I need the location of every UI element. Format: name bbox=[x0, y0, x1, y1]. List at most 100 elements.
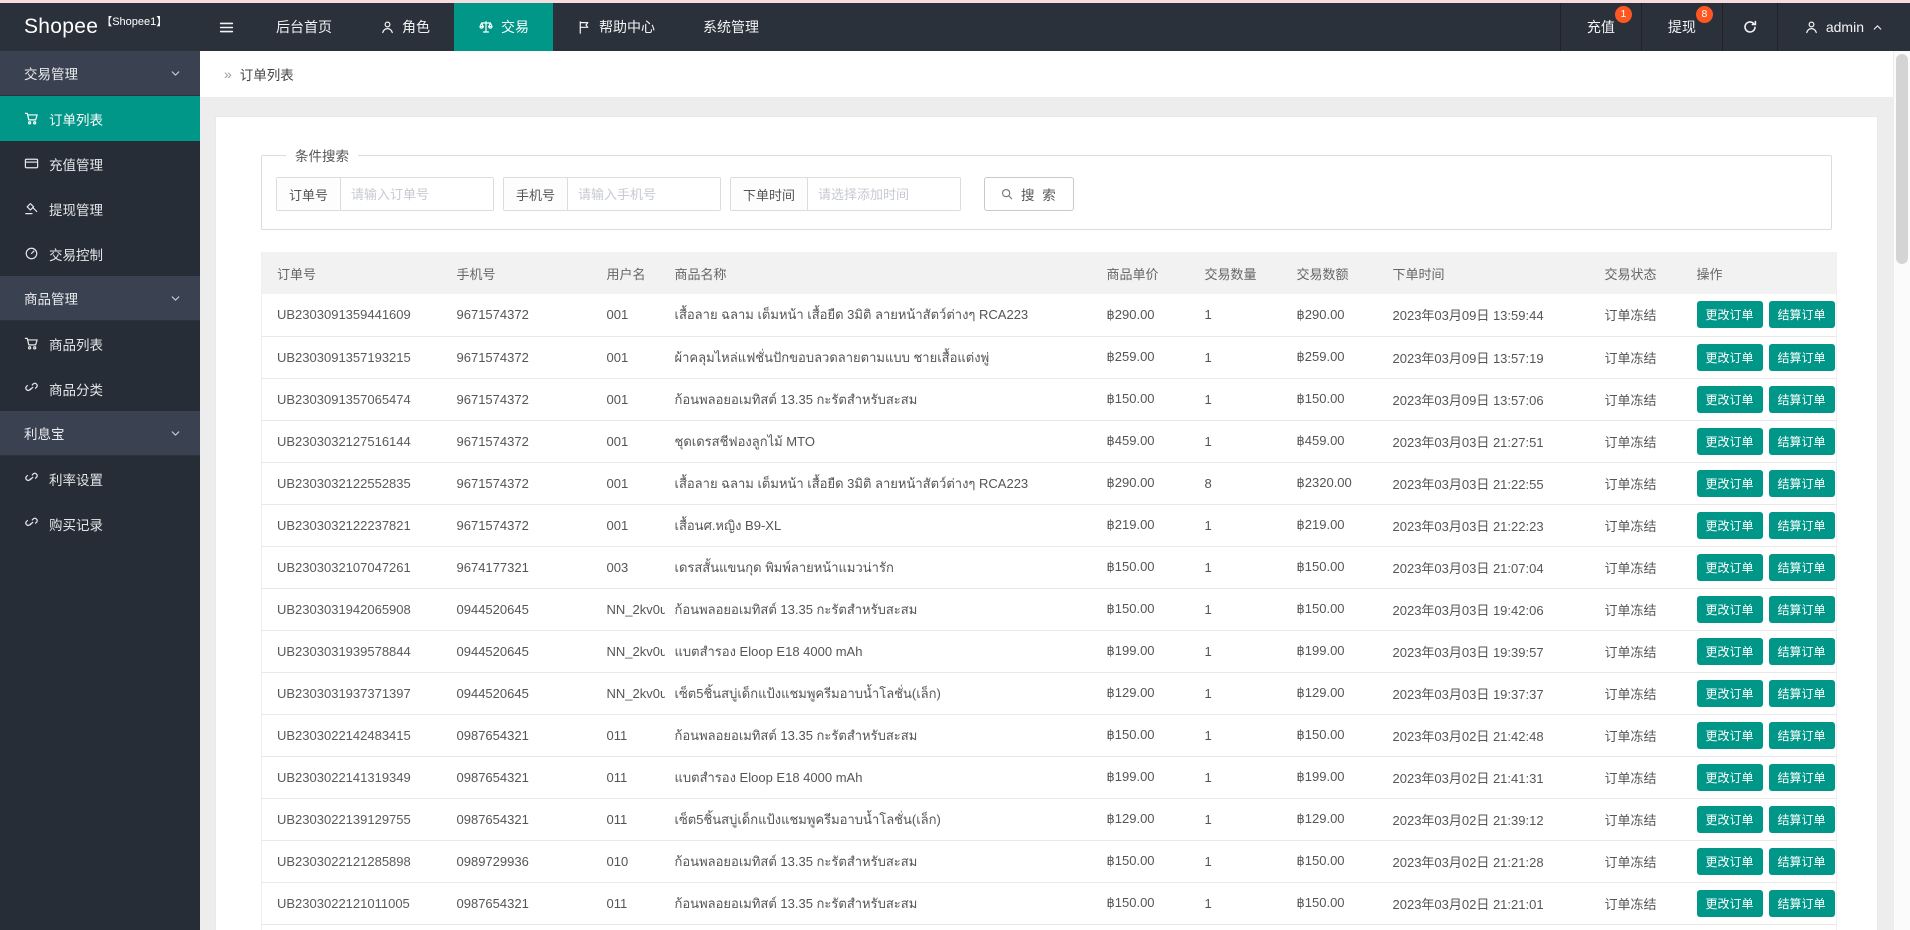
settle-order-button[interactable]: 结算订单 bbox=[1768, 889, 1835, 917]
sidebar-item-recharge-management[interactable]: 充值管理 bbox=[0, 141, 200, 186]
cell-order-no: UB2303022142483415 bbox=[261, 714, 447, 757]
refresh-button[interactable] bbox=[1721, 3, 1777, 51]
change-order-button[interactable]: 更改订单 bbox=[1696, 511, 1763, 539]
sidebar-item-label: 利率设置 bbox=[49, 472, 103, 488]
settle-order-button[interactable]: 结算订单 bbox=[1768, 511, 1835, 539]
cell-status: 订单冻结 bbox=[1594, 378, 1687, 421]
cell-unit-price: ฿199.00 bbox=[1096, 756, 1195, 799]
cell-order-no: UB2303032122237821 bbox=[261, 504, 447, 547]
cell-product-name: เดรสสั้นแขนกุด พิมพ์ลายหน้าแมวน่ารัก bbox=[664, 546, 1097, 589]
cell-order-time: 2023年03月03日 21:22:23 bbox=[1382, 504, 1595, 547]
cell-unit-price: ฿150.00 bbox=[1096, 588, 1195, 631]
column-header: 商品单价 bbox=[1096, 252, 1195, 294]
user-menu[interactable]: admin bbox=[1776, 3, 1910, 51]
settle-order-button[interactable]: 结算订单 bbox=[1768, 805, 1835, 833]
settle-order-button[interactable]: 结算订单 bbox=[1768, 721, 1835, 749]
cell-quantity: 1 bbox=[1194, 756, 1287, 799]
settle-order-button[interactable]: 结算订单 bbox=[1768, 637, 1835, 665]
cell-phone: 0987654321 bbox=[446, 882, 597, 925]
sidebar-item-label: 购买记录 bbox=[49, 517, 103, 533]
nav-item-system[interactable]: 系统管理 bbox=[679, 3, 783, 51]
cell-username: 001 bbox=[596, 462, 665, 505]
change-order-button[interactable]: 更改订单 bbox=[1696, 763, 1763, 791]
recharge-button[interactable]: 充值 1 bbox=[1559, 3, 1641, 51]
sidebar-item-order-list[interactable]: 订单列表 bbox=[0, 96, 200, 141]
withdraw-button[interactable]: 提现 8 bbox=[1640, 3, 1722, 51]
top-nav: 后台首页 角色 交易 帮助中心 系统管理 bbox=[200, 3, 783, 51]
cell-username: NN_2kv0u bbox=[596, 672, 665, 715]
table-row: UB2303031939578844 0944520645 NN_2kv0u แบตส… bbox=[261, 630, 1837, 673]
change-order-button[interactable]: 更改订单 bbox=[1696, 889, 1763, 917]
sidebar-item-trade-control[interactable]: 交易控制 bbox=[0, 231, 200, 276]
cell-status: 订单冻结 bbox=[1594, 294, 1687, 337]
cell-order-time: 2023年03月03日 19:37:37 bbox=[1382, 672, 1595, 715]
nav-item-roles[interactable]: 角色 bbox=[356, 3, 454, 51]
sidebar-item-purchase-records[interactable]: 购买记录 bbox=[0, 501, 200, 546]
link-icon bbox=[24, 381, 39, 396]
settle-order-button[interactable]: 结算订单 bbox=[1768, 343, 1835, 371]
cell-unit-price: ฿290.00 bbox=[1096, 462, 1195, 505]
cell-product-name: ก้อนพลอยอเมทิสต์ 13.35 กะรัตสำหรับสะสม bbox=[664, 882, 1097, 925]
cell-product-name: แบตสำรอง Eloop E18 4000 mAh bbox=[664, 630, 1097, 673]
change-order-button[interactable]: 更改订单 bbox=[1696, 385, 1763, 413]
change-order-button[interactable]: 更改订单 bbox=[1696, 469, 1763, 497]
change-order-button[interactable]: 更改订单 bbox=[1696, 847, 1763, 875]
cell-product-name: เซ็ต5ชิ้นสบู่เด็กแป้งแชมพูครีมอาบน้ำโลชั… bbox=[664, 798, 1097, 841]
cell-order-no: UB2303091357193215 bbox=[261, 336, 447, 379]
change-order-button[interactable]: 更改订单 bbox=[1696, 637, 1763, 665]
scrollbar[interactable] bbox=[1893, 51, 1910, 930]
order-time-input[interactable] bbox=[808, 178, 961, 210]
settle-order-button[interactable]: 结算订单 bbox=[1768, 679, 1835, 707]
sidebar-group-interest-treasure[interactable]: 利息宝 bbox=[0, 411, 200, 456]
cell-order-time: 2023年03月03日 19:42:06 bbox=[1382, 588, 1595, 631]
breadcrumb-label: 订单列表 bbox=[239, 68, 294, 83]
search-panel-title: 条件搜索 bbox=[295, 149, 349, 164]
phone-field-label: 手机号 bbox=[504, 178, 569, 210]
scrollbar-thumb[interactable] bbox=[1896, 54, 1908, 264]
settle-order-button[interactable]: 结算订单 bbox=[1768, 763, 1835, 791]
change-order-button[interactable]: 更改订单 bbox=[1696, 679, 1763, 707]
table-row: UB2303032107047261 9674177321 003 เดรสสั้นแ… bbox=[261, 546, 1837, 589]
cell-quantity: 1 bbox=[1194, 294, 1287, 337]
nav-item-help-center[interactable]: 帮助中心 bbox=[553, 3, 679, 51]
person-icon bbox=[380, 20, 395, 35]
change-order-button[interactable]: 更改订单 bbox=[1696, 721, 1763, 749]
settle-order-button[interactable]: 结算订单 bbox=[1768, 427, 1835, 455]
sidebar-item-withdraw-management[interactable]: 提现管理 bbox=[0, 186, 200, 231]
cell-order-no: UB2303032127516144 bbox=[261, 420, 447, 463]
settle-order-button[interactable]: 结算订单 bbox=[1768, 301, 1835, 329]
flag-icon bbox=[577, 20, 592, 35]
phone-input[interactable] bbox=[568, 178, 721, 210]
cell-username: 001 bbox=[596, 504, 665, 547]
settle-order-button[interactable]: 结算订单 bbox=[1768, 847, 1835, 875]
order-no-input[interactable] bbox=[341, 178, 494, 210]
nav-item-trade[interactable]: 交易 bbox=[454, 3, 553, 51]
cell-product-name: ก้อนพลอยอเมทิสต์ 13.35 กะรัตสำหรับสะสม bbox=[664, 588, 1097, 631]
username: admin bbox=[1825, 19, 1864, 35]
change-order-button[interactable]: 更改订单 bbox=[1696, 805, 1763, 833]
user-icon bbox=[1804, 20, 1819, 35]
sidebar-item-product-list[interactable]: 商品列表 bbox=[0, 321, 200, 366]
sidebar-group-product-management[interactable]: 商品管理 bbox=[0, 276, 200, 321]
sidebar-group-trade-management[interactable]: 交易管理 bbox=[0, 51, 200, 96]
cell-product-name: ชุดเดรสชีฟองลูกไม้ MTO bbox=[664, 420, 1097, 463]
sidebar-item-interest-rate-settings[interactable]: 利率设置 bbox=[0, 456, 200, 501]
table-row: UB2303032127516144 9671574372 001 ชุดเดรสชี… bbox=[261, 420, 1837, 463]
sidebar-toggle-button[interactable] bbox=[200, 3, 252, 51]
change-order-button[interactable]: 更改订单 bbox=[1696, 427, 1763, 455]
sidebar-item-product-category[interactable]: 商品分类 bbox=[0, 366, 200, 411]
cell-username: NN_2kv0u bbox=[596, 630, 665, 673]
settle-order-button[interactable]: 结算订单 bbox=[1768, 553, 1835, 581]
settle-order-button[interactable]: 结算订单 bbox=[1768, 385, 1835, 413]
sidebar: 交易管理 订单列表 充值管理 提现管理 交易控制 商品管理 商品列表 商品分类 利息宝利率设置购… bbox=[0, 51, 200, 930]
change-order-button[interactable]: 更改订单 bbox=[1696, 553, 1763, 581]
cell-phone: 0987654321 bbox=[446, 798, 597, 841]
change-order-button[interactable]: 更改订单 bbox=[1696, 343, 1763, 371]
search-button[interactable]: 搜 索 bbox=[984, 177, 1074, 211]
cell-order-time: 2023年03月02日 21:20:29 bbox=[1382, 924, 1595, 930]
settle-order-button[interactable]: 结算订单 bbox=[1768, 595, 1835, 623]
change-order-button[interactable]: 更改订单 bbox=[1696, 301, 1763, 329]
change-order-button[interactable]: 更改订单 bbox=[1696, 595, 1763, 623]
nav-item-dashboard[interactable]: 后台首页 bbox=[252, 3, 356, 51]
settle-order-button[interactable]: 结算订单 bbox=[1768, 469, 1835, 497]
